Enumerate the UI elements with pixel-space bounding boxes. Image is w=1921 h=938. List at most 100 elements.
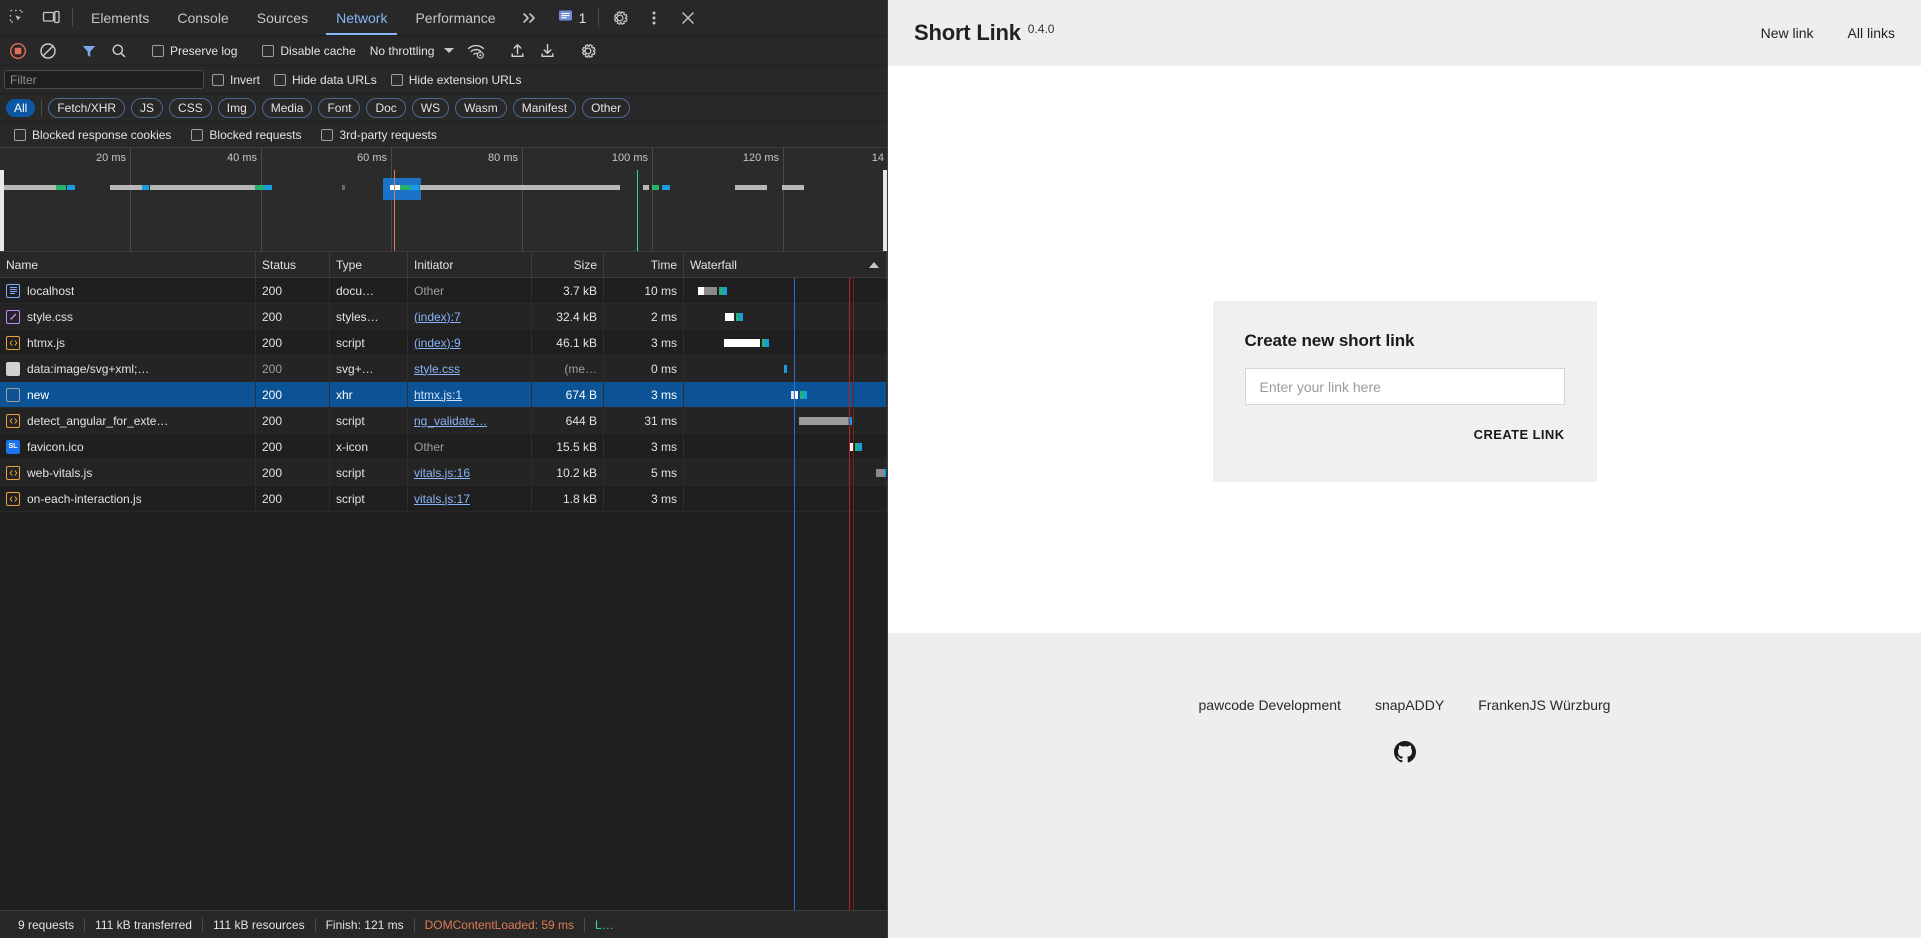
chip-css[interactable]: CSS: [169, 98, 212, 118]
table-row[interactable]: localhost 200 docu… Other 3.7 kB 10 ms: [0, 278, 887, 304]
inspect-element-icon[interactable]: [0, 0, 34, 35]
initiator-link[interactable]: vitals.js:16: [414, 466, 470, 480]
blocked-response-cookies-box[interactable]: [14, 129, 26, 141]
preserve-log-checkbox[interactable]: Preserve log: [146, 44, 243, 58]
column-header-waterfall-label: Waterfall: [690, 258, 737, 272]
table-row[interactable]: htmx.js 200 script (index):9 46.1 kB 3 m…: [0, 330, 887, 356]
footer-link-pawcode[interactable]: pawcode Development: [1199, 697, 1341, 713]
blocked-response-cookies-checkbox[interactable]: Blocked response cookies: [8, 128, 177, 142]
tab-elements[interactable]: Elements: [77, 0, 163, 35]
github-icon[interactable]: [1394, 741, 1416, 766]
record-icon[interactable]: [4, 38, 32, 64]
throttling-select[interactable]: No throttling: [364, 44, 461, 58]
import-har-icon[interactable]: [503, 38, 531, 64]
disable-cache-checkbox[interactable]: Disable cache: [256, 44, 361, 58]
tabbar-divider: [72, 8, 73, 27]
chip-img[interactable]: Img: [218, 98, 256, 118]
invert-label: Invert: [230, 73, 260, 87]
tab-console[interactable]: Console: [163, 0, 242, 35]
gear-icon[interactable]: [603, 0, 637, 35]
network-overview-timeline[interactable]: 20 ms 40 ms 60 ms 80 ms 100 ms 120 ms 14: [0, 148, 887, 252]
blocked-requests-box[interactable]: [191, 129, 203, 141]
table-row[interactable]: detect_angular_for_exte… 200 script ng_v…: [0, 408, 887, 434]
card-heading: Create new short link: [1245, 331, 1565, 351]
issues-count: 1: [579, 10, 587, 26]
cell-status: 200: [256, 356, 330, 381]
chip-other[interactable]: Other: [582, 98, 630, 118]
column-header-initiator[interactable]: Initiator: [408, 252, 532, 277]
initiator-link[interactable]: (index):9: [414, 336, 461, 350]
third-party-requests-checkbox[interactable]: 3rd-party requests: [315, 128, 442, 142]
tab-sources[interactable]: Sources: [243, 0, 322, 35]
chip-all[interactable]: All: [6, 99, 35, 117]
tab-network-label: Network: [336, 10, 387, 26]
overview-handle-left[interactable]: [0, 170, 4, 251]
chip-media[interactable]: Media: [262, 98, 313, 118]
hide-extension-urls-box[interactable]: [391, 74, 403, 86]
search-icon[interactable]: [105, 38, 133, 64]
network-filterbar: Invert Hide data URLs Hide extension URL…: [0, 66, 887, 94]
issues-counter[interactable]: 1: [550, 0, 595, 35]
network-settings-gear-icon[interactable]: [574, 38, 602, 64]
column-header-time[interactable]: Time: [604, 252, 684, 277]
chip-ws[interactable]: WS: [412, 98, 449, 118]
table-row[interactable]: SL favicon.ico 200 x-icon Other 15.5 kB …: [0, 434, 887, 460]
close-icon[interactable]: [671, 0, 705, 35]
chip-doc[interactable]: Doc: [366, 98, 405, 118]
create-link-button[interactable]: CREATE LINK: [1474, 427, 1565, 442]
overview-request-seg: [390, 185, 400, 190]
table-row[interactable]: web-vitals.js 200 script vitals.js:16 10…: [0, 460, 887, 486]
site-brand: Short Link 0.4.0: [914, 20, 1054, 46]
chip-wasm[interactable]: Wasm: [455, 98, 507, 118]
tab-performance[interactable]: Performance: [401, 0, 509, 35]
initiator-link[interactable]: ng_validate…: [414, 414, 487, 428]
tab-network[interactable]: Network: [322, 0, 401, 35]
chip-manifest[interactable]: Manifest: [513, 98, 576, 118]
blocked-requests-checkbox[interactable]: Blocked requests: [185, 128, 307, 142]
footer-link-frankenjs[interactable]: FrankenJS Würzburg: [1478, 697, 1610, 713]
table-row[interactable]: on-each-interaction.js 200 script vitals…: [0, 486, 887, 512]
invert-checkbox[interactable]: Invert: [206, 73, 266, 87]
more-options-icon[interactable]: [637, 0, 671, 35]
initiator-link[interactable]: style.css: [414, 362, 460, 376]
link-input[interactable]: [1245, 368, 1565, 405]
initiator-link[interactable]: (index):7: [414, 310, 461, 324]
initiator-link[interactable]: htmx.js:1: [414, 388, 462, 402]
hide-data-urls-checkbox[interactable]: Hide data URLs: [268, 73, 383, 87]
footer-link-snapaddy[interactable]: snapADDY: [1375, 697, 1444, 713]
export-har-icon[interactable]: [533, 38, 561, 64]
chip-js[interactable]: JS: [131, 98, 163, 118]
table-row[interactable]: data:image/svg+xml;… 200 svg+… style.css…: [0, 356, 887, 382]
chip-font[interactable]: Font: [318, 98, 360, 118]
network-conditions-icon[interactable]: [462, 38, 490, 64]
column-header-size[interactable]: Size: [532, 252, 604, 277]
chip-fetch-xhr[interactable]: Fetch/XHR: [48, 98, 125, 118]
request-name: htmx.js: [27, 336, 65, 350]
overview-handle-right[interactable]: [883, 170, 887, 251]
hide-extension-urls-checkbox[interactable]: Hide extension URLs: [385, 73, 528, 87]
nav-new-link[interactable]: New link: [1761, 25, 1814, 41]
overview-request-seg: [643, 185, 649, 190]
hide-data-urls-box[interactable]: [274, 74, 286, 86]
browser-viewport: Short Link 0.4.0 New link All links Crea…: [888, 0, 1921, 938]
nav-all-links[interactable]: All links: [1848, 25, 1895, 41]
column-header-name[interactable]: Name: [0, 252, 256, 277]
column-header-status[interactable]: Status: [256, 252, 330, 277]
overview-tick-label: 120 ms: [743, 152, 783, 164]
third-party-requests-box[interactable]: [321, 129, 333, 141]
initiator-link[interactable]: vitals.js:17: [414, 492, 470, 506]
script-icon: [6, 492, 20, 506]
invert-box[interactable]: [212, 74, 224, 86]
device-toolbar-icon[interactable]: [34, 0, 68, 35]
filter-input[interactable]: [4, 70, 204, 89]
column-header-type[interactable]: Type: [330, 252, 408, 277]
table-row[interactable]: style.css 200 styles… (index):7 32.4 kB …: [0, 304, 887, 330]
disable-cache-box[interactable]: [262, 45, 274, 57]
preserve-log-box[interactable]: [152, 45, 164, 57]
table-row[interactable]: new 200 xhr htmx.js:1 674 B 3 ms: [0, 382, 887, 408]
column-header-waterfall[interactable]: Waterfall: [684, 252, 887, 277]
more-tabs-icon[interactable]: [510, 0, 550, 35]
filter-icon[interactable]: [75, 38, 103, 64]
stylesheet-icon: [6, 310, 20, 324]
clear-icon[interactable]: [34, 38, 62, 64]
